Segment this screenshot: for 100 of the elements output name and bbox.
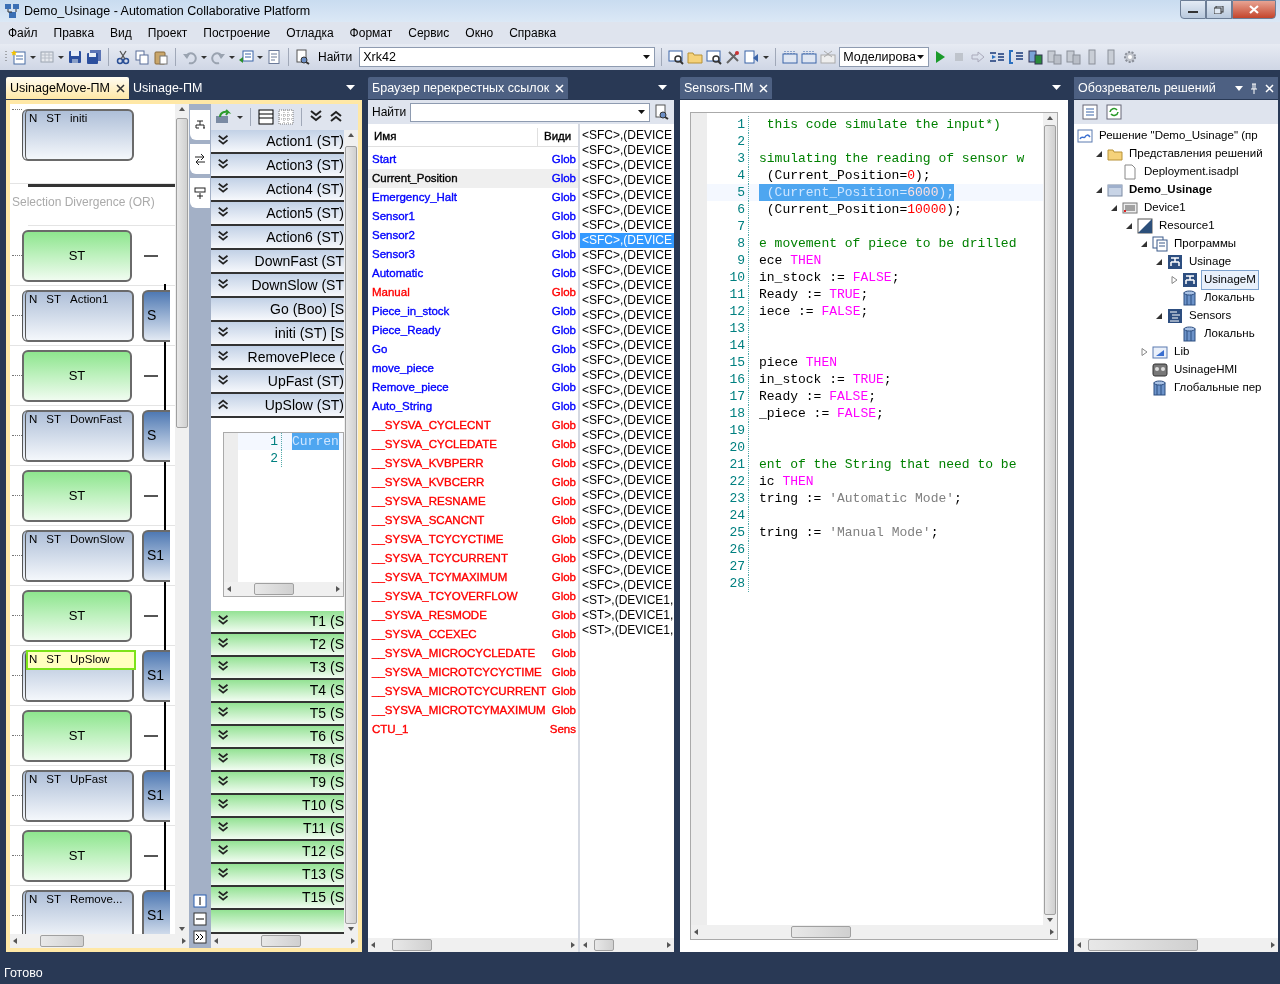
menu-item[interactable]: Формат [341, 22, 401, 44]
reference-item[interactable]: <SFC>,(DEVICE [580, 503, 674, 518]
horizontal-scrollbar[interactable] [691, 925, 1057, 939]
caret-icon[interactable] [763, 55, 770, 59]
hierarchy-tab-icon[interactable] [194, 118, 206, 132]
variable-name[interactable]: __SYSVA_TCYMAXIMUM [368, 568, 508, 587]
vertical-scrollbar[interactable] [344, 130, 358, 934]
menu-item[interactable]: Окно [457, 22, 502, 44]
variable-name[interactable]: __SYSVA_KVBPERR [368, 454, 484, 473]
find-field[interactable] [410, 102, 650, 122]
tree-item[interactable]: UsinageM [1202, 271, 1258, 289]
reference-item[interactable]: <SFC>,(DEVICE [580, 308, 674, 323]
reference-item[interactable]: <SFC>,(DEVICE [580, 203, 674, 218]
scroll-thumb[interactable] [791, 926, 851, 938]
find-icon[interactable] [295, 49, 311, 65]
action-item[interactable]: Go (Boo) [S [211, 298, 344, 322]
action-item[interactable]: Action1 (ST) [211, 130, 344, 154]
copy-icon[interactable] [134, 49, 150, 65]
reference-item[interactable]: <SFC>,(DEVICE [580, 578, 674, 593]
transition-item[interactable]: T15 (S [211, 886, 344, 910]
list-view-icon[interactable] [258, 109, 274, 125]
reference-item[interactable]: <SFC>,(DEVICE [580, 473, 674, 488]
grid-dots-icon[interactable] [782, 49, 799, 65]
reference-item[interactable]: <SFC>,(DEVICE [580, 143, 674, 158]
action-item[interactable]: DownSlow (ST [211, 274, 344, 298]
document-icon[interactable] [266, 49, 282, 65]
reference-item[interactable]: <SFC>,(DEVICE [580, 368, 674, 383]
tree-item[interactable]: Глобальные пер [1172, 379, 1264, 397]
column-header[interactable]: Имя [368, 128, 538, 146]
variable-name[interactable]: __SYSVA_MICROTCYCYCTIME [368, 663, 542, 682]
scroll-thumb[interactable] [392, 939, 432, 951]
reference-item[interactable]: <ST>,(DEVICE1, [580, 623, 674, 638]
horizontal-scrollbar[interactable] [224, 581, 343, 596]
reference-item[interactable]: <SFC>,(DEVICE [580, 323, 674, 338]
indent-icon[interactable] [989, 49, 1006, 65]
reference-item[interactable]: <SFC>,(DEVICE [580, 443, 674, 458]
transition-item[interactable]: T13 (S [211, 863, 344, 887]
variable-name[interactable]: Go [368, 340, 388, 359]
reference-item[interactable]: <SFC>,(DEVICE [580, 563, 674, 578]
tree-item[interactable]: Device1 [1142, 199, 1188, 217]
reference-item[interactable]: <SFC>,(DEVICE [580, 458, 674, 473]
tree-item[interactable]: UsinageHMI [1172, 361, 1240, 379]
reference-item[interactable]: <SFC>,(DEVICE [580, 548, 674, 563]
variable-name[interactable]: __SYSVA_CYCLECNT [368, 416, 491, 435]
variable-name[interactable]: Sensor2 [368, 226, 415, 245]
document-tab[interactable]: UsinageMove-ПМ [6, 77, 129, 99]
tree-item[interactable]: Представления решений [1127, 145, 1265, 163]
minimize-button[interactable] [1180, 0, 1206, 19]
reference-item[interactable]: <SFC>,(DEVICE [580, 353, 674, 368]
reference-item[interactable]: <SFC>,(DEVICE [580, 293, 674, 308]
reference-item[interactable]: <SFC>,(DEVICE [580, 218, 674, 233]
close-icon[interactable] [116, 83, 125, 93]
tree-item[interactable]: Локальнь [1202, 325, 1257, 343]
expand-arrow-icon[interactable] [1141, 348, 1148, 356]
transition-block[interactable]: ST [22, 829, 132, 882]
navigate-icon[interactable] [238, 49, 254, 65]
restore-icon[interactable] [1214, 5, 1224, 14]
collapse-arrow-icon[interactable] [1111, 204, 1118, 212]
reference-item[interactable]: <SFC>,(DEVICE [580, 188, 674, 203]
caret-icon[interactable] [201, 55, 207, 59]
split-view-icon[interactable] [193, 894, 207, 908]
scroll-thumb[interactable] [176, 118, 188, 428]
variable-name[interactable]: Sensor3 [368, 245, 415, 264]
swap-tab-icon[interactable] [194, 152, 206, 166]
transition-item[interactable]: T12 (S [211, 840, 344, 864]
reference-item[interactable]: <SFC>,(DEVICE [580, 263, 674, 278]
variable-name[interactable]: __SYSVA_TCYCURRENT [368, 549, 508, 568]
transition-block[interactable]: ST [22, 709, 132, 762]
variable-name[interactable]: __SYSVA_MICROTCYMAXIMUM [368, 701, 546, 720]
tree-item[interactable]: Локальнь [1202, 289, 1257, 307]
reference-item[interactable]: <SFC>,(DEVICE [580, 278, 674, 293]
gear-icon[interactable] [1122, 49, 1139, 65]
variable-name[interactable]: __SYSVA_CCEXEC [368, 625, 477, 644]
variable-name[interactable]: __SYSVA_KVBCERR [368, 473, 485, 492]
deploy-icon[interactable] [744, 49, 761, 65]
search-icon[interactable] [668, 49, 685, 65]
reference-item[interactable]: <SFC>,(DEVICE [580, 398, 674, 413]
dropdown-arrow-icon[interactable] [643, 55, 652, 59]
collapse-arrow-icon[interactable] [1156, 312, 1163, 320]
pin-icon[interactable] [1250, 82, 1258, 94]
action-item[interactable]: UpFast (ST) [211, 370, 344, 394]
transition-item[interactable]: T6 (S [211, 725, 344, 749]
variable-name[interactable]: __SYSVA_MICROTCYCURRENT [368, 682, 547, 701]
forward-icon[interactable] [193, 930, 207, 944]
expand-arrow-icon[interactable] [1171, 276, 1178, 284]
variable-name[interactable]: Auto_String [368, 397, 433, 416]
step-block[interactable]: S1 [142, 769, 170, 822]
action-item[interactable]: Action5 (ST) [211, 202, 344, 226]
transition-item[interactable]: T5 (S [211, 702, 344, 726]
bracket-icon[interactable] [1008, 49, 1025, 65]
caret-icon[interactable] [30, 55, 36, 59]
action-item[interactable]: DownFast (ST [211, 250, 344, 274]
variable-name[interactable]: __SYSVA_SCANCNT [368, 511, 485, 530]
reference-item[interactable]: <SFC>,(DEVICE [580, 173, 674, 188]
close-button[interactable] [1232, 0, 1276, 19]
action-item[interactable]: RemovePIece ( [211, 346, 344, 370]
scroll-thumb[interactable] [594, 939, 614, 951]
variable-name[interactable]: Sensor1 [368, 207, 415, 226]
vertical-scrollbar[interactable] [175, 104, 189, 934]
refresh-icon[interactable] [1106, 104, 1122, 120]
